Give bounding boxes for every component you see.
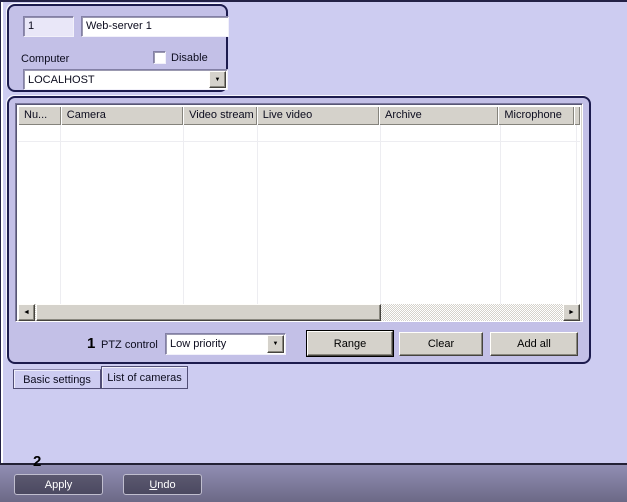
tab-list-of-cameras[interactable]: List of cameras (101, 366, 188, 389)
clear-button[interactable]: Clear (399, 332, 483, 356)
apply-button[interactable]: Apply (14, 474, 103, 495)
column-header-microphone[interactable]: Microphone (498, 106, 574, 125)
step-marker-1: 1 (87, 335, 96, 352)
horizontal-scrollbar[interactable]: ◄ ► (18, 304, 580, 321)
range-button[interactable]: Range (307, 331, 393, 356)
scroll-left-icon[interactable]: ◄ (18, 304, 35, 321)
disable-label: Disable (171, 52, 208, 64)
footer-bar: Apply Undo (0, 463, 627, 502)
column-header-number[interactable]: Nu... (18, 106, 61, 125)
grid-column (501, 125, 577, 304)
disable-checkbox[interactable] (153, 51, 166, 64)
server-id-field[interactable]: 1 (23, 16, 74, 37)
ptz-control-label: PTZ control (101, 339, 158, 351)
scroll-right-icon[interactable]: ► (563, 304, 580, 321)
scrollbar-track[interactable] (35, 304, 563, 321)
add-all-button[interactable]: Add all (490, 332, 578, 356)
grid-column (61, 125, 184, 304)
window-top-border (0, 0, 627, 2)
server-name-field[interactable]: Web-server 1 (81, 16, 229, 37)
computer-select-value: LOCALHOST (28, 74, 95, 86)
server-identity-panel: 1 Web-server 1 Computer Disable LOCALHOS… (7, 4, 229, 92)
chevron-down-icon[interactable]: ▼ (267, 335, 284, 353)
grid-column (258, 125, 381, 304)
column-header-filler (573, 106, 580, 125)
column-header-live-video[interactable]: Live video (256, 106, 380, 125)
chevron-down-icon[interactable]: ▼ (209, 71, 226, 88)
grid-row-line (18, 141, 580, 142)
step-marker-2: 2 (33, 453, 42, 470)
undo-shortcut-letter: U (149, 478, 158, 491)
tab-basic-settings[interactable]: Basic settings (13, 369, 101, 389)
grid-column (18, 125, 61, 304)
ptz-priority-select[interactable]: Low priority ▼ (165, 333, 286, 355)
cameras-table-body[interactable] (18, 125, 580, 304)
computer-label: Computer (21, 53, 70, 65)
undo-label-rest: ndo (157, 478, 176, 491)
grid-column (381, 125, 501, 304)
window-left-highlight (1, 2, 3, 463)
column-header-video-stream[interactable]: Video stream (183, 106, 257, 125)
web-server-settings-panel: 1 Web-server 1 Computer Disable LOCALHOS… (0, 0, 627, 502)
column-header-camera[interactable]: Camera (60, 106, 184, 125)
cameras-table-header: Nu... Camera Video stream Live video Arc… (18, 106, 580, 125)
cameras-table: Nu... Camera Video stream Live video Arc… (15, 103, 583, 322)
undo-button[interactable]: Undo (123, 474, 202, 495)
grid-column (184, 125, 258, 304)
scrollbar-thumb[interactable] (36, 304, 381, 321)
column-header-archive[interactable]: Archive (379, 106, 499, 125)
computer-select[interactable]: LOCALHOST ▼ (23, 69, 228, 90)
